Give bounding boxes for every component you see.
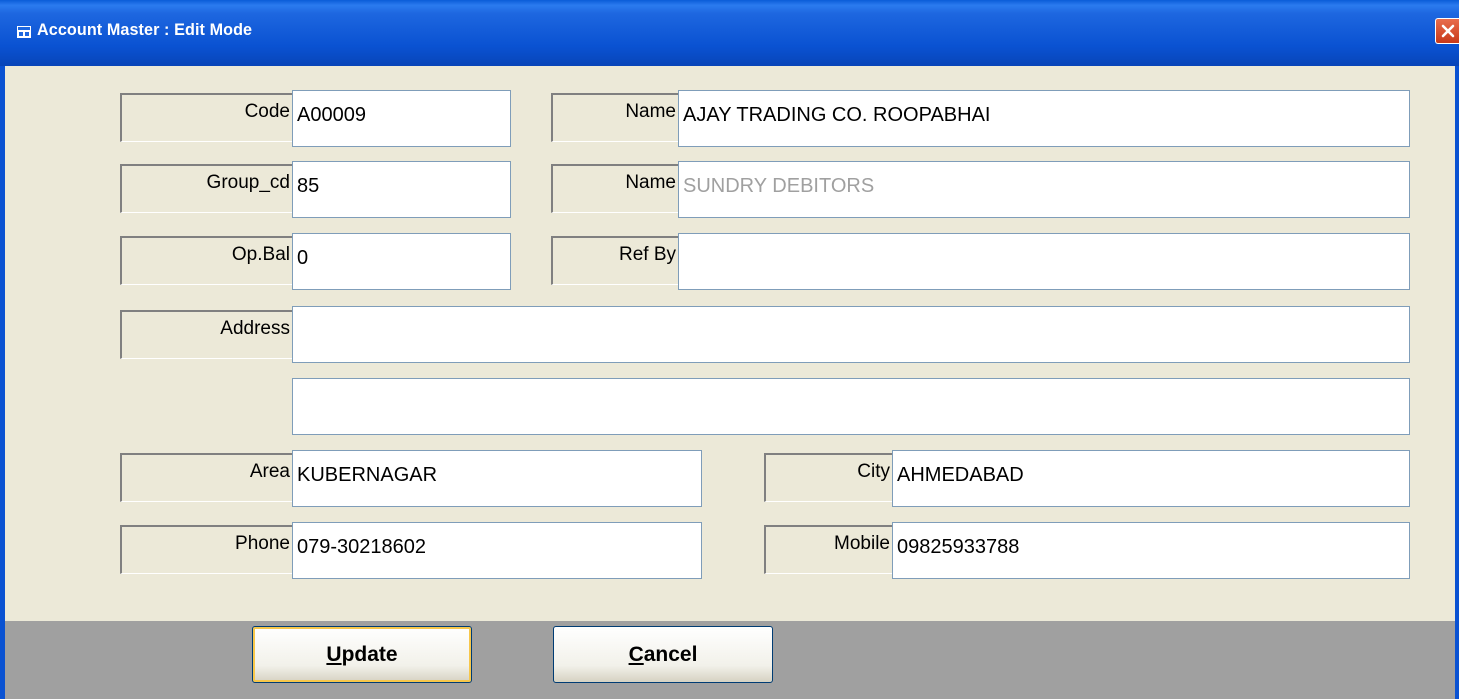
area-field[interactable]: KUBERNAGAR (292, 450, 702, 507)
group-name-field[interactable]: SUNDRY DEBITORS (678, 161, 1410, 218)
cancel-button[interactable]: Cancel (553, 626, 773, 683)
window-frame-right (1455, 66, 1459, 699)
window-title: Account Master : Edit Mode (37, 20, 253, 39)
window-frame-left (0, 66, 5, 699)
name-field[interactable]: AJAY TRADING CO. ROOPABHAI (678, 90, 1410, 147)
mobile-label: Mobile (834, 533, 890, 554)
city-value: AHMEDABAD (897, 464, 1024, 486)
group-name-value: SUNDRY DEBITORS (683, 175, 875, 197)
city-label: City (857, 461, 890, 482)
mobile-field[interactable]: 09825933788 (892, 522, 1410, 579)
code-value: A00009 (297, 104, 366, 126)
phone-label: Phone (235, 533, 290, 554)
op-bal-label-box: Op.Bal (120, 236, 293, 285)
group-cd-field[interactable]: 85 (292, 161, 511, 218)
title-bar[interactable]: Account Master : Edit Mode (0, 0, 1459, 66)
name-label-box: Name (551, 93, 679, 142)
mobile-label-box: Mobile (764, 525, 893, 574)
address-label-box: Address (120, 310, 293, 359)
code-field[interactable]: A00009 (292, 90, 511, 147)
op-bal-value: 0 (297, 247, 309, 269)
close-button[interactable] (1435, 18, 1459, 44)
ref-by-field[interactable] (678, 233, 1410, 290)
update-label: pdate (341, 643, 398, 666)
account-master-window: Account Master : Edit Mode Code A00009 N… (0, 0, 1459, 699)
mobile-value: 09825933788 (897, 536, 1020, 558)
group-cd-value: 85 (297, 175, 320, 197)
update-accelerator: U (326, 643, 342, 666)
close-icon (1441, 24, 1455, 38)
ref-by-label-box: Ref By (551, 236, 679, 285)
address-label: Address (220, 318, 290, 339)
cancel-accelerator: C (628, 643, 644, 666)
group-cd-label: Group_cd (206, 172, 290, 193)
area-label-box: Area (120, 453, 293, 502)
op-bal-field[interactable]: 0 (292, 233, 511, 290)
city-label-box: City (764, 453, 893, 502)
phone-field[interactable]: 079-30218602 (292, 522, 702, 579)
name-label: Name (625, 101, 676, 122)
name-value: AJAY TRADING CO. ROOPABHAI (683, 104, 991, 126)
group-cd-label-box: Group_cd (120, 164, 293, 213)
code-label-box: Code (120, 93, 293, 142)
area-label: Area (249, 461, 290, 482)
op-bal-label: Op.Bal (231, 244, 290, 265)
address-line2-field[interactable] (292, 378, 1410, 435)
area-value: KUBERNAGAR (297, 464, 438, 486)
address-line1-field[interactable] (292, 306, 1410, 363)
app-icon (17, 26, 31, 38)
city-field[interactable]: AHMEDABAD (892, 450, 1410, 507)
cancel-label: ancel (643, 643, 698, 666)
phone-label-box: Phone (120, 525, 293, 574)
group-name-label: Name (625, 172, 676, 193)
update-button[interactable]: Update (252, 626, 472, 683)
code-label: Code (244, 101, 290, 122)
phone-value: 079-30218602 (297, 536, 427, 558)
ref-by-label: Ref By (618, 244, 676, 265)
group-name-label-box: Name (551, 164, 679, 213)
